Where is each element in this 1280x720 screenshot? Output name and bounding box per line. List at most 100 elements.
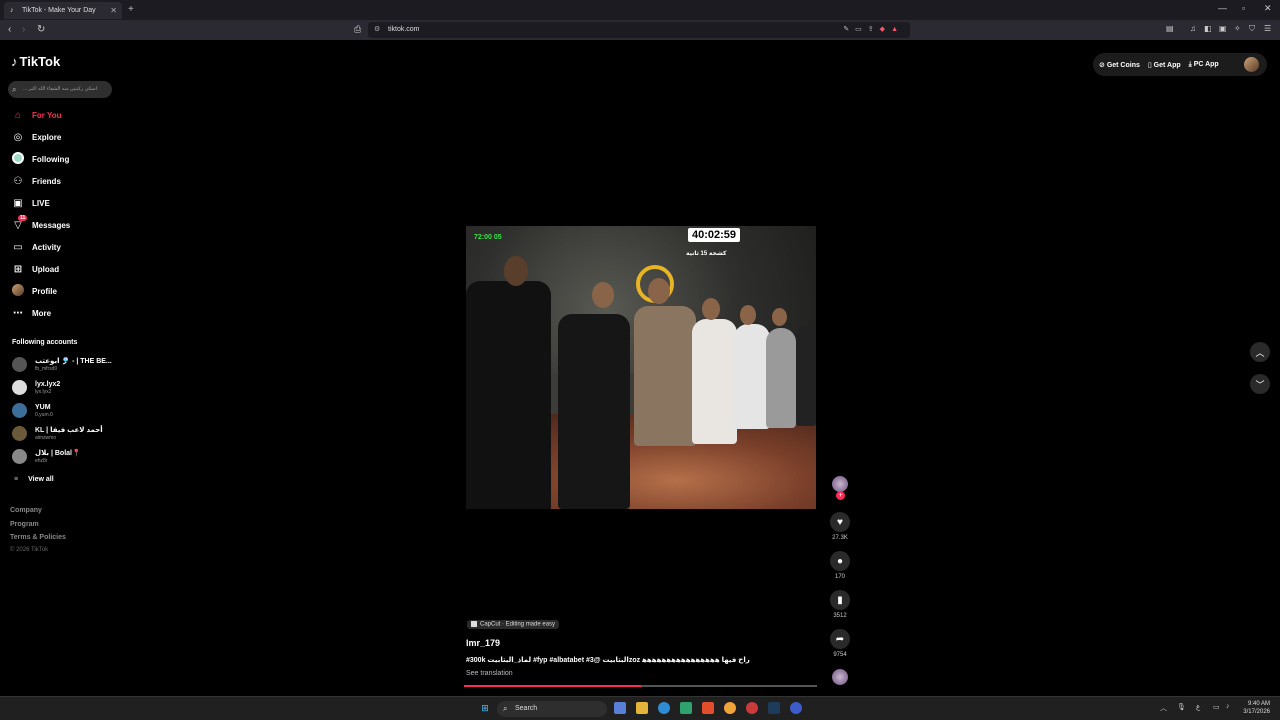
sidebar-item-friends[interactable]: ⚇ Friends <box>11 174 61 188</box>
tab-title: TikTok - Make Your Day <box>22 7 96 14</box>
reader-icon[interactable]: ◧ <box>1204 24 1212 33</box>
windows-start-icon[interactable]: ⊞ <box>479 702 491 714</box>
language-icon[interactable]: ع <box>1196 703 1200 711</box>
volume-icon[interactable]: ♪ <box>1226 703 1230 710</box>
search-placeholder: ... اسكي ركبتين منه الشفاء الله اكبر <box>23 86 98 92</box>
app-icon[interactable] <box>790 702 802 714</box>
live-icon: ▣ <box>13 197 23 209</box>
sidebar-toggle-icon[interactable]: ▤ <box>1166 24 1174 33</box>
widgets-icon[interactable] <box>614 702 626 714</box>
video-player[interactable]: 72:00 05 40:02:59 كشخة 15 ثانية <box>466 226 816 509</box>
site-info-icon[interactable]: ⚙ <box>374 22 380 38</box>
footer-company-link[interactable]: Company <box>10 507 42 514</box>
close-tab-icon[interactable]: ✕ <box>110 6 117 15</box>
previous-video-button[interactable]: ︿ <box>1250 342 1270 362</box>
video-progress-bar[interactable] <box>464 685 817 687</box>
search-input[interactable]: ⌕ ... اسكي ركبتين منه الشفاء الله اكبر <box>8 81 112 98</box>
video-head <box>772 308 787 326</box>
sidebar-item-upload[interactable]: ⊞ Upload <box>11 262 59 276</box>
tiktok-logo[interactable]: ♪ TikTok <box>11 54 60 69</box>
mic-icon[interactable]: 🎙 <box>1177 703 1186 711</box>
wallet-icon[interactable]: ▣ <box>1219 24 1227 33</box>
maximize-icon[interactable]: ▫ <box>1242 3 1245 13</box>
following-account[interactable]: KL | أحمد لاعب فيفا almzwmo <box>12 426 103 441</box>
list-icon: ≡ <box>14 476 19 483</box>
following-account[interactable]: YUM 0.yum.0 <box>12 403 53 418</box>
comment-button[interactable]: ● 170 <box>829 551 851 580</box>
account-handle: fb_mfrsd0 <box>35 365 58 372</box>
back-icon[interactable]: ‹ <box>8 24 11 35</box>
video-head <box>504 256 528 286</box>
forward-icon[interactable]: › <box>22 24 25 35</box>
bookmark-icon[interactable]: ⎙ <box>354 24 361 35</box>
nav-label: Explore <box>32 132 62 142</box>
new-tab-button[interactable]: + <box>128 4 134 15</box>
pc-app-button[interactable]: ⤓ PC App <box>1189 61 1219 69</box>
shield-icon[interactable]: ⛉ <box>1249 24 1255 34</box>
friends-icon: ⚇ <box>13 175 23 187</box>
video-person <box>466 281 551 509</box>
creator-avatar[interactable] <box>832 476 848 492</box>
close-window-icon[interactable]: ✕ <box>1264 3 1272 14</box>
footer-terms-link[interactable]: Terms & Policies <box>10 534 66 541</box>
sidebar-item-for-you[interactable]: ⌂ For You <box>11 108 62 122</box>
sidebar-item-live[interactable]: ▣ LIVE <box>11 196 50 210</box>
url-text: tiktok.com <box>388 26 420 33</box>
edge-icon[interactable] <box>658 702 670 714</box>
get-app-button[interactable]: ▯ Get App <box>1148 61 1181 69</box>
leo-icon[interactable]: ✧ <box>1234 24 1241 33</box>
music-disc-icon[interactable] <box>832 669 848 685</box>
view-all-button[interactable]: ≡ View all <box>14 476 64 483</box>
app-icon[interactable] <box>680 702 692 714</box>
tray-chevron-icon[interactable]: ︿ <box>1160 703 1167 713</box>
sidebar-item-following[interactable]: Following <box>11 151 69 166</box>
sidebar-item-more[interactable]: ⋯ More <box>11 306 51 320</box>
clock-date: 3/17/2026 <box>1243 709 1270 715</box>
minimize-icon[interactable]: — <box>1218 3 1227 13</box>
sidebar-item-messages[interactable]: ▽ 11 Messages <box>11 214 70 232</box>
following-account[interactable]: بلال | Bolal📍 ehz8r <box>12 449 81 464</box>
sidebar-item-explore[interactable]: ◎ Explore <box>11 130 62 144</box>
file-explorer-icon[interactable] <box>636 702 648 714</box>
brave-icon[interactable] <box>702 702 714 714</box>
nav-label: LIVE <box>32 198 50 208</box>
video-timer: 40:02:59 <box>688 228 741 242</box>
nav-label: More <box>32 308 52 318</box>
app-icon[interactable] <box>746 702 758 714</box>
taskbar-clock[interactable]: 9:40 AM 3/17/2026 <box>1243 700 1270 716</box>
following-account[interactable]: lyx.lyx2 lyx.lyx2 <box>12 380 60 395</box>
taskbar-search[interactable]: ⌕ Search <box>497 701 607 717</box>
share-button[interactable]: ➦ 9754 <box>829 629 851 658</box>
account-name: ابوعتب 🎐 - | THE BE... <box>35 357 112 365</box>
video-author[interactable]: lmr_179 <box>466 638 500 648</box>
capcut-tag[interactable]: CapCut · Editing made easy <box>467 620 560 629</box>
sidebar-item-profile[interactable]: Profile <box>11 283 57 299</box>
address-bar[interactable]: ⚙ tiktok.com ✎▭⇪◆▲ <box>368 22 910 38</box>
music-icon[interactable]: ♫ <box>1190 24 1196 33</box>
like-button[interactable]: ♥ 27.3K <box>829 512 851 541</box>
video-person <box>734 324 770 429</box>
sidebar-item-activity[interactable]: ▭ Activity <box>11 240 61 254</box>
steam-icon[interactable] <box>768 702 780 714</box>
next-video-button[interactable]: ﹀ <box>1250 374 1270 394</box>
get-coins-label: Get Coins <box>1106 61 1140 69</box>
profile-icon <box>11 283 25 299</box>
see-translation-link[interactable]: See translation <box>466 670 513 677</box>
following-account[interactable]: ابوعتب 🎐 - | THE BE... fb_mfrsd0 <box>12 357 112 372</box>
save-button[interactable]: ▮ 3512 <box>829 590 851 619</box>
footer-program-link[interactable]: Program <box>10 521 39 528</box>
clock-time: 9:40 AM <box>1247 701 1270 707</box>
url-action-icons[interactable]: ✎▭⇪◆▲ <box>843 22 904 38</box>
share-count: 9754 <box>833 652 847 658</box>
user-avatar[interactable] <box>1244 57 1259 72</box>
avatar <box>12 403 27 418</box>
menu-icon[interactable]: ☰ <box>1264 24 1271 33</box>
browser-tab[interactable]: ♪ TikTok - Make Your Day ✕ <box>4 2 122 19</box>
messages-icon: ▽ 11 <box>14 214 28 231</box>
network-icon[interactable]: ▭ <box>1213 703 1220 711</box>
get-coins-button[interactable]: ⊘ Get Coins <box>1099 61 1140 69</box>
app-icon[interactable] <box>724 702 736 714</box>
follow-plus-icon[interactable]: + <box>836 491 845 500</box>
like-count: 27.3K <box>832 535 848 541</box>
reload-icon[interactable]: ↻ <box>37 24 45 35</box>
